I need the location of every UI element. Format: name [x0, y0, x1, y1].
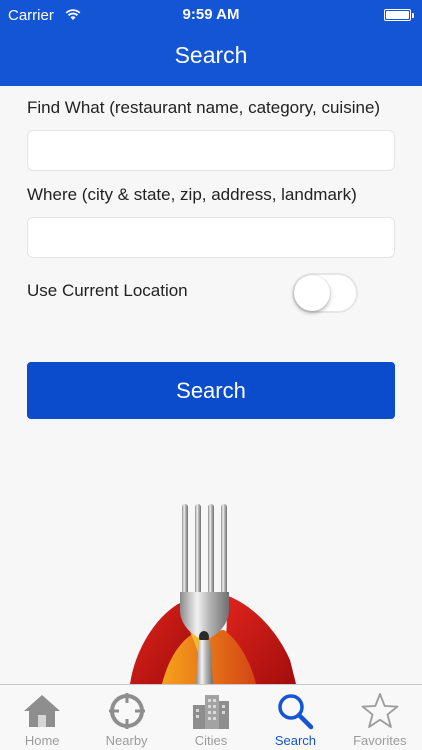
status-bar: Carrier 9:59 AM [0, 0, 422, 30]
tab-search[interactable]: Search [253, 685, 337, 750]
tab-nearby-label: Nearby [105, 733, 148, 748]
find-what-input[interactable] [27, 130, 395, 171]
header: Carrier 9:59 AM Search [0, 0, 422, 86]
tab-home[interactable]: Home [0, 685, 84, 750]
tab-home-label: Home [24, 733, 60, 748]
battery-tip [412, 13, 414, 18]
tab-bar: Home Nearby Cities Search Favorites [0, 684, 422, 750]
magnifier-icon [278, 694, 314, 730]
tab-nearby[interactable]: Nearby [84, 685, 168, 750]
tab-favorites-label: Favorites [353, 733, 407, 748]
use-current-location-toggle[interactable] [292, 273, 358, 313]
where-label: Where (city & state, zip, address, landm… [27, 185, 357, 204]
tab-cities[interactable]: Cities [169, 685, 253, 750]
buildings-icon [193, 695, 230, 729]
fork-napkin-image [130, 504, 296, 684]
tab-favorites[interactable]: Favorites [338, 685, 422, 750]
page-title: Search [174, 42, 248, 68]
crosshair-icon [108, 693, 145, 729]
tab-cities-label: Cities [194, 733, 228, 748]
use-current-location-label: Use Current Location [27, 281, 188, 300]
toggle-knob [294, 275, 330, 311]
find-what-label: Find What (restaurant name, category, cu… [27, 98, 381, 117]
star-icon [361, 693, 399, 728]
battery-icon [384, 9, 411, 21]
status-time: 9:59 AM [182, 6, 240, 23]
home-icon [24, 695, 61, 727]
where-input[interactable] [27, 217, 395, 258]
tab-search-label: Search [274, 733, 317, 748]
search-button[interactable]: Search [27, 362, 395, 419]
